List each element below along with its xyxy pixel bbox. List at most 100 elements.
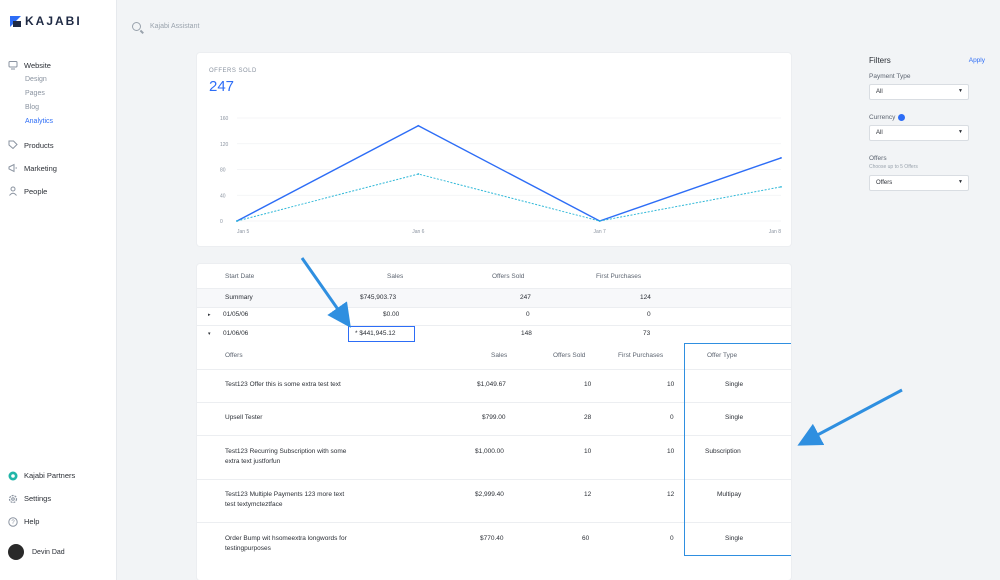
sidebar-item-label: Settings bbox=[24, 494, 52, 503]
summary-row: Summary $745,903.73 247 124 bbox=[197, 289, 791, 307]
currency-select[interactable]: All ▼ bbox=[869, 125, 969, 141]
sidebar: KAJABI Website Design Pages Blog Analyti… bbox=[0, 0, 117, 580]
logo-text: KAJABI bbox=[25, 14, 82, 28]
offer-offers-sold: 12 bbox=[584, 491, 592, 498]
offers-filter-label: Offers bbox=[869, 155, 993, 162]
sidebar-item-label: Products bbox=[24, 140, 54, 150]
row-date: 01/06/06 bbox=[223, 330, 249, 337]
series-line-1 bbox=[236, 173, 782, 222]
x-tick-label: Jan 5 bbox=[237, 229, 249, 235]
offer-sales: $770.40 bbox=[480, 535, 504, 542]
info-icon[interactable] bbox=[898, 114, 906, 121]
currency-label-text: Currency bbox=[869, 114, 896, 121]
sub-col-sales[interactable]: Sales bbox=[491, 352, 507, 359]
offer-name-line2: extra text justforfun bbox=[225, 458, 281, 465]
y-tick-label: 160 bbox=[220, 116, 229, 122]
offers-filter-hint: Choose up to 5 Offers bbox=[869, 164, 918, 170]
sub-col-offers-sold[interactable]: Offers Sold bbox=[553, 352, 585, 359]
kajabi-logo[interactable]: KAJABI bbox=[10, 14, 82, 28]
data-point[interactable] bbox=[236, 220, 238, 222]
search-placeholder: Kajabi Assistant bbox=[150, 23, 200, 30]
row-date: 01/05/06 bbox=[223, 311, 249, 318]
summary-sales: $745,903.73 bbox=[360, 294, 397, 301]
sub-col-first-purchases[interactable]: First Purchases bbox=[618, 352, 663, 359]
user-name: Devin Dad bbox=[32, 548, 65, 556]
table-header-row: Start Date Sales Offers Sold First Purch… bbox=[197, 273, 791, 285]
collapse-caret-icon[interactable]: ▾ bbox=[208, 331, 211, 337]
tag-icon bbox=[8, 140, 18, 150]
data-point[interactable] bbox=[780, 157, 782, 159]
x-tick-label: Jan 6 bbox=[412, 229, 424, 235]
sales-highlight-box bbox=[348, 326, 415, 342]
search-icon bbox=[132, 22, 141, 31]
y-tick-label: 120 bbox=[220, 142, 229, 148]
col-start-date[interactable]: Start Date bbox=[225, 273, 254, 280]
user-menu[interactable]: Devin Dad bbox=[8, 544, 65, 560]
offer-offers-sold: 60 bbox=[582, 535, 590, 542]
data-point[interactable] bbox=[417, 124, 420, 127]
currency-label: Currency bbox=[869, 114, 993, 121]
gear-icon bbox=[8, 494, 18, 504]
offer-name: Test123 Recurring Subscription with some bbox=[225, 448, 347, 455]
sidebar-subitem-design[interactable]: Design bbox=[8, 72, 113, 87]
offer-first-purchases: 10 bbox=[667, 381, 675, 388]
offer-sales: $1,049.67 bbox=[477, 381, 506, 388]
table-row[interactable]: ▾ 01/06/06 * $441,945.12 148 73 bbox=[197, 330, 791, 342]
y-tick-label: 80 bbox=[220, 168, 226, 174]
offer-name-line2: testingpurposes bbox=[225, 545, 271, 552]
offer-first-purchases: 10 bbox=[667, 448, 675, 455]
offer-sales: $2,999.40 bbox=[475, 491, 504, 498]
offers-filter-label-text: Offers bbox=[869, 155, 887, 162]
annotation-arrow bbox=[797, 388, 903, 446]
row-sales: $0.00 bbox=[383, 311, 400, 318]
offer-name: Order Bump wit hsomeextra longwords for bbox=[225, 535, 347, 542]
chevron-down-icon: ▼ bbox=[958, 129, 963, 135]
col-sales[interactable]: Sales bbox=[387, 273, 403, 280]
sidebar-item-settings[interactable]: Settings bbox=[8, 487, 113, 510]
offer-first-purchases: 0 bbox=[670, 535, 674, 542]
offer-first-purchases: 0 bbox=[670, 414, 674, 421]
offers-value: Offers bbox=[876, 180, 893, 186]
megaphone-icon bbox=[8, 163, 18, 173]
chevron-down-icon: ▼ bbox=[958, 88, 963, 94]
row-first-purchases: 0 bbox=[647, 311, 651, 318]
offers-sold-card: OFFERS SOLD 247 160 120 80 40 0 Jan 5 Jan 6 Jan… bbox=[197, 53, 791, 246]
sidebar-item-label: People bbox=[24, 186, 48, 196]
col-offers-sold[interactable]: Offers Sold bbox=[492, 273, 524, 280]
sidebar-item-people[interactable]: People bbox=[8, 184, 113, 198]
sidebar-subitem-analytics[interactable]: Analytics bbox=[8, 114, 113, 129]
assistant-search[interactable]: Kajabi Assistant bbox=[132, 22, 199, 31]
x-tick-label: Jan 8 bbox=[769, 229, 781, 235]
summary-label: Summary bbox=[225, 294, 253, 301]
payment-type-select[interactable]: All ▼ bbox=[869, 84, 969, 100]
data-point[interactable] bbox=[598, 220, 601, 222]
col-first-purchases[interactable]: First Purchases bbox=[596, 273, 641, 280]
sidebar-subitem-pages[interactable]: Pages bbox=[8, 86, 113, 101]
sidebar-item-help[interactable]: ? Help bbox=[8, 510, 113, 533]
sidebar-item-website[interactable]: Website bbox=[8, 58, 113, 72]
table-row[interactable]: ▸ 01/05/06 $0.00 0 0 bbox=[197, 311, 791, 323]
divider bbox=[197, 325, 791, 326]
sidebar-item-products[interactable]: Products bbox=[8, 138, 113, 152]
offers-select[interactable]: Offers ▼ bbox=[869, 175, 969, 191]
filters-panel: Filters Apply Payment Type All ▼ Currenc… bbox=[869, 56, 993, 191]
payment-type-value: All bbox=[876, 89, 883, 95]
series-line-0 bbox=[236, 124, 782, 222]
sidebar-item-kajabi-partners[interactable]: Kajabi Partners bbox=[8, 464, 113, 487]
offers-sold-chart: 160 120 80 40 0 Jan 5 Jan 6 Jan 7 Jan 8 bbox=[220, 116, 782, 235]
sidebar-item-label: Help bbox=[24, 517, 40, 526]
sidebar-item-marketing[interactable]: Marketing bbox=[8, 161, 113, 175]
offer-offers-sold: 28 bbox=[584, 414, 592, 421]
data-point[interactable] bbox=[780, 185, 782, 188]
expand-caret-icon[interactable]: ▸ bbox=[208, 312, 211, 318]
sub-col-offers[interactable]: Offers bbox=[225, 352, 243, 359]
offer-name-line2: test textymcteztface bbox=[225, 501, 283, 508]
offer-name: Test123 Offer this is some extra test te… bbox=[225, 381, 341, 388]
sidebar-item-label: Marketing bbox=[24, 163, 57, 173]
offer-name: Test123 Multiple Payments 123 more text bbox=[225, 491, 345, 498]
main-nav: Website Design Pages Blog Analytics Prod… bbox=[8, 58, 113, 198]
sidebar-subitem-blog[interactable]: Blog bbox=[8, 100, 113, 115]
apply-filters-link[interactable]: Apply bbox=[969, 57, 985, 64]
data-point[interactable] bbox=[417, 173, 420, 175]
row-offers-sold: 0 bbox=[526, 311, 530, 318]
